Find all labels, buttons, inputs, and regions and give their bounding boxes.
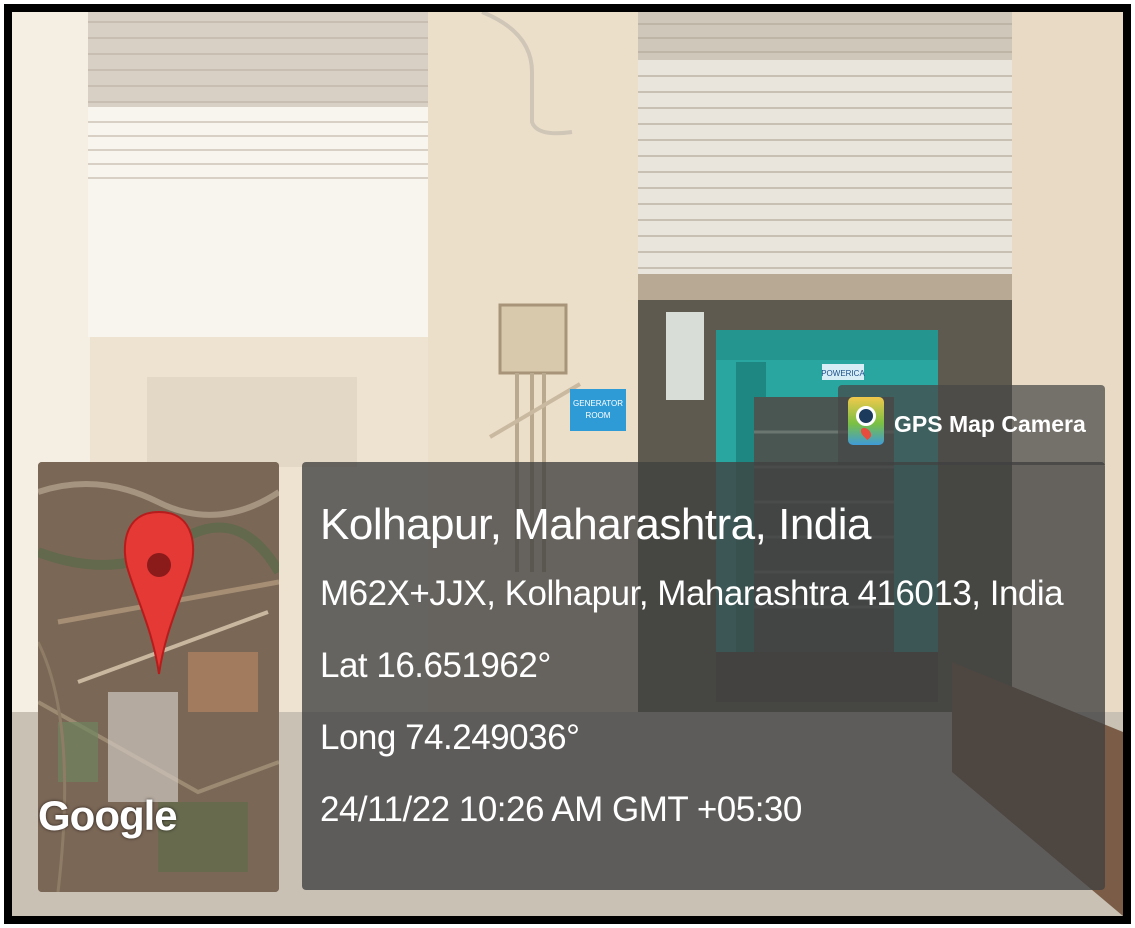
generator-room-sign-line1: GENERATOR bbox=[573, 399, 623, 408]
location-latitude: Lat 16.651962° bbox=[320, 646, 551, 685]
gps-app-badge: GPS Map Camera bbox=[838, 385, 1105, 465]
location-longitude: Long 74.249036° bbox=[320, 718, 580, 757]
location-datetime: 24/11/22 10:26 AM GMT +05:30 bbox=[320, 790, 802, 829]
generator-brand-label: POWERICA bbox=[821, 369, 865, 378]
gps-map-camera-icon bbox=[848, 397, 884, 445]
location-address: M62X+JJX, Kolhapur, Maharashtra 416013, … bbox=[320, 574, 1064, 613]
location-title: Kolhapur, Maharashtra, India bbox=[320, 500, 872, 549]
google-logo: Google bbox=[38, 792, 178, 839]
generator-room-sign-line2: ROOM bbox=[586, 411, 611, 420]
location-info-panel: Kolhapur, Maharashtra, India M62X+JJX, K… bbox=[302, 462, 1105, 890]
gps-app-name: GPS Map Camera bbox=[894, 411, 1086, 437]
map-thumbnail: Google bbox=[38, 462, 279, 892]
